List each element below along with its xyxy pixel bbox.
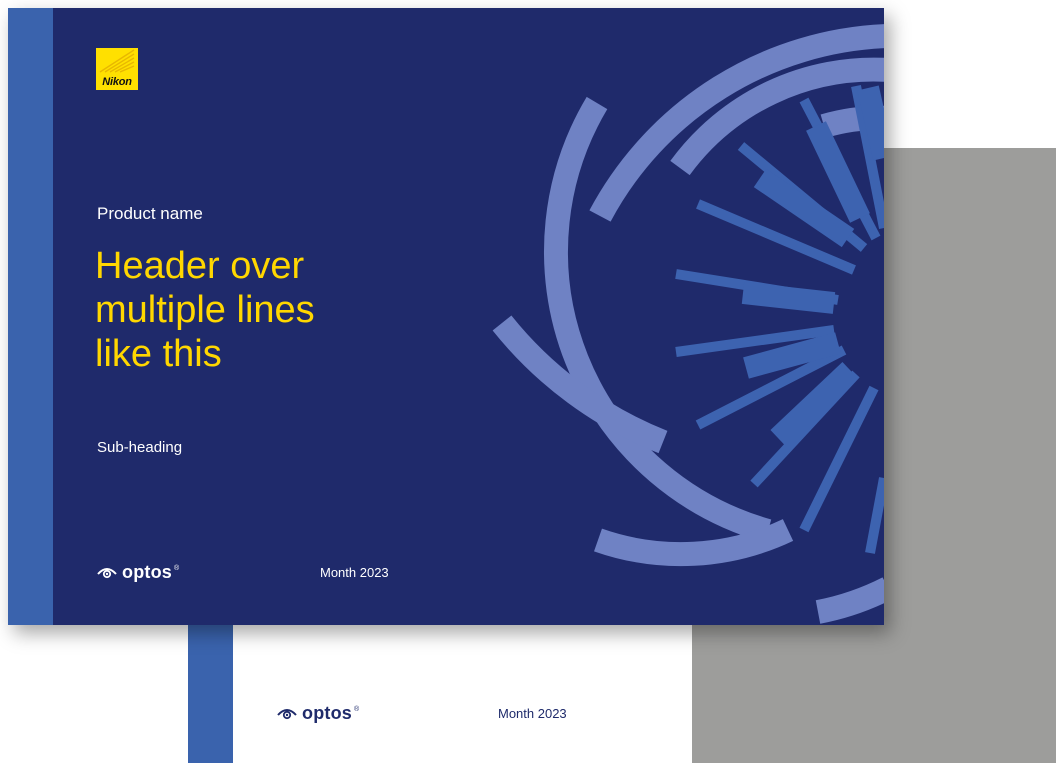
cover-side-band — [8, 8, 53, 625]
back-page-optos-logo: optos ® — [276, 701, 359, 725]
arc-bottom — [594, 519, 794, 567]
nikon-logo: Nikon — [96, 48, 138, 90]
nikon-logo-text: Nikon — [102, 76, 132, 88]
nikon-logo-icon — [99, 49, 135, 73]
back-page-logo-registered: ® — [354, 705, 360, 713]
optos-eye-icon — [97, 568, 117, 579]
cover-header: Header over multiple lines like this — [95, 244, 455, 376]
cover-optos-logo: optos ® — [96, 560, 179, 584]
optos-eye-icon — [277, 709, 297, 720]
cover-logo-text: optos — [122, 561, 172, 582]
arc-bottom-right — [815, 577, 884, 624]
cover-page: Nikon Product name Header over multiple … — [8, 8, 884, 625]
arc-inner-left — [543, 96, 772, 543]
cover-logo-registered: ® — [174, 564, 180, 572]
cover-header-line-3: like this — [95, 333, 222, 375]
cover-header-line-1: Header over — [95, 245, 305, 287]
product-name: Product name — [97, 204, 203, 223]
back-page-date: Month 2023 — [498, 706, 567, 721]
sub-heading: Sub-heading — [97, 439, 183, 456]
back-page-logo-text: optos — [302, 702, 352, 723]
cover-date: Month 2023 — [320, 565, 389, 580]
cover-header-line-2: multiple lines — [95, 289, 315, 331]
